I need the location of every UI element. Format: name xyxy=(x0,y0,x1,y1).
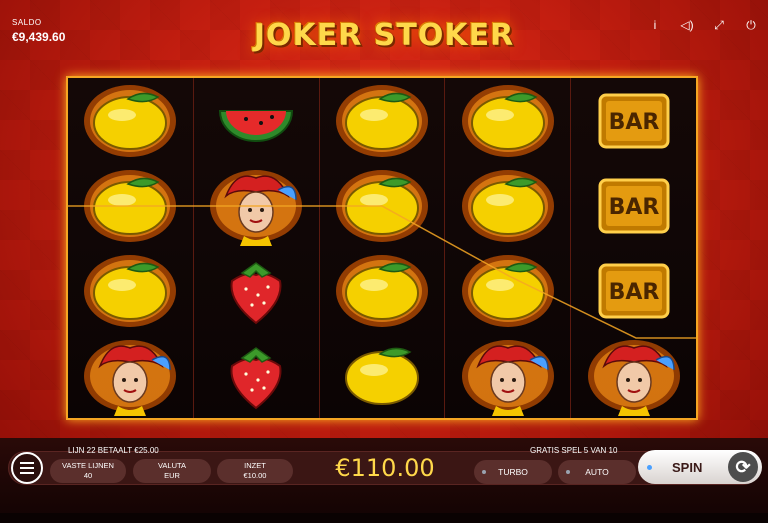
symbol-lemon-fire xyxy=(445,78,570,163)
currency-label: VALUTA xyxy=(157,461,187,470)
refresh-icon[interactable]: ⟳ xyxy=(728,452,758,482)
symbol-lemon-fire xyxy=(320,78,445,163)
reel-5: BAR BAR BAR xyxy=(571,78,696,418)
auto-button[interactable]: AUTO xyxy=(558,460,636,484)
svg-text:BAR: BAR xyxy=(608,280,659,305)
turbo-button[interactable]: TURBO xyxy=(474,460,552,484)
symbol-lemon-fire xyxy=(68,78,193,163)
reel-1 xyxy=(68,78,194,418)
info-icon[interactable]: i xyxy=(648,18,662,32)
win-line-info: LIJN 22 BETAALT €25.00 xyxy=(68,446,159,455)
currency-value: EUR xyxy=(164,471,180,480)
fullscreen-icon[interactable]: ⤢ xyxy=(712,18,726,32)
spin-label: SPIN xyxy=(672,460,703,475)
fixed-lines-label: VASTE LIJNEN xyxy=(62,461,114,470)
svg-text:BAR: BAR xyxy=(608,110,659,135)
reel-2 xyxy=(193,78,320,418)
spin-button[interactable]: SPIN ⟳ xyxy=(638,450,762,484)
symbol-lemon-fire xyxy=(445,248,570,333)
bet-amount: €110.00 xyxy=(335,454,435,482)
symbol-lemon-fire xyxy=(320,163,445,248)
hamburger-icon xyxy=(20,462,34,464)
symbol-watermelon xyxy=(194,78,319,163)
reel-3 xyxy=(319,78,446,418)
turbo-indicator xyxy=(482,470,486,474)
menu-button[interactable] xyxy=(11,452,43,484)
symbol-joker-fire xyxy=(571,333,696,418)
spin-indicator xyxy=(647,465,652,470)
symbol-joker-fire xyxy=(194,163,319,248)
symbol-lemon-fire xyxy=(68,248,193,333)
symbol-lemon-fire xyxy=(445,163,570,248)
sound-icon[interactable]: ◁) xyxy=(680,18,694,32)
svg-text:BAR: BAR xyxy=(608,195,659,220)
symbol-joker-fire xyxy=(68,333,193,418)
power-icon[interactable]: ⏻ xyxy=(744,18,758,32)
stake-label: INZET xyxy=(244,461,266,470)
stake-value: €10.00 xyxy=(243,471,267,480)
symbol-joker-fire xyxy=(445,333,570,418)
fixed-lines-display: VASTE LIJNEN 40 xyxy=(50,459,126,483)
auto-indicator xyxy=(566,470,570,474)
symbol-bar: BAR xyxy=(571,248,696,333)
turbo-label: TURBO xyxy=(498,467,528,477)
reel-grid: BAR BAR BAR xyxy=(66,76,698,420)
fixed-lines-value: 40 xyxy=(83,471,93,480)
auto-label: AUTO xyxy=(585,467,609,477)
symbol-strawberry xyxy=(194,248,319,333)
symbol-bar: BAR xyxy=(571,163,696,248)
top-toolbar: i ◁) ⤢ ⏻ xyxy=(648,18,758,32)
reel-4 xyxy=(445,78,572,418)
currency-display: VALUTA EUR xyxy=(133,459,211,483)
stake-selector[interactable]: INZET €10.00 xyxy=(217,459,293,483)
free-spins-info: GRATIS SPEL 5 VAN 10 xyxy=(530,446,618,455)
symbol-lemon xyxy=(320,333,445,418)
symbol-strawberry xyxy=(194,333,319,418)
symbol-bar: BAR xyxy=(571,78,696,163)
symbol-lemon-fire xyxy=(68,163,193,248)
symbol-lemon-fire xyxy=(320,248,445,333)
